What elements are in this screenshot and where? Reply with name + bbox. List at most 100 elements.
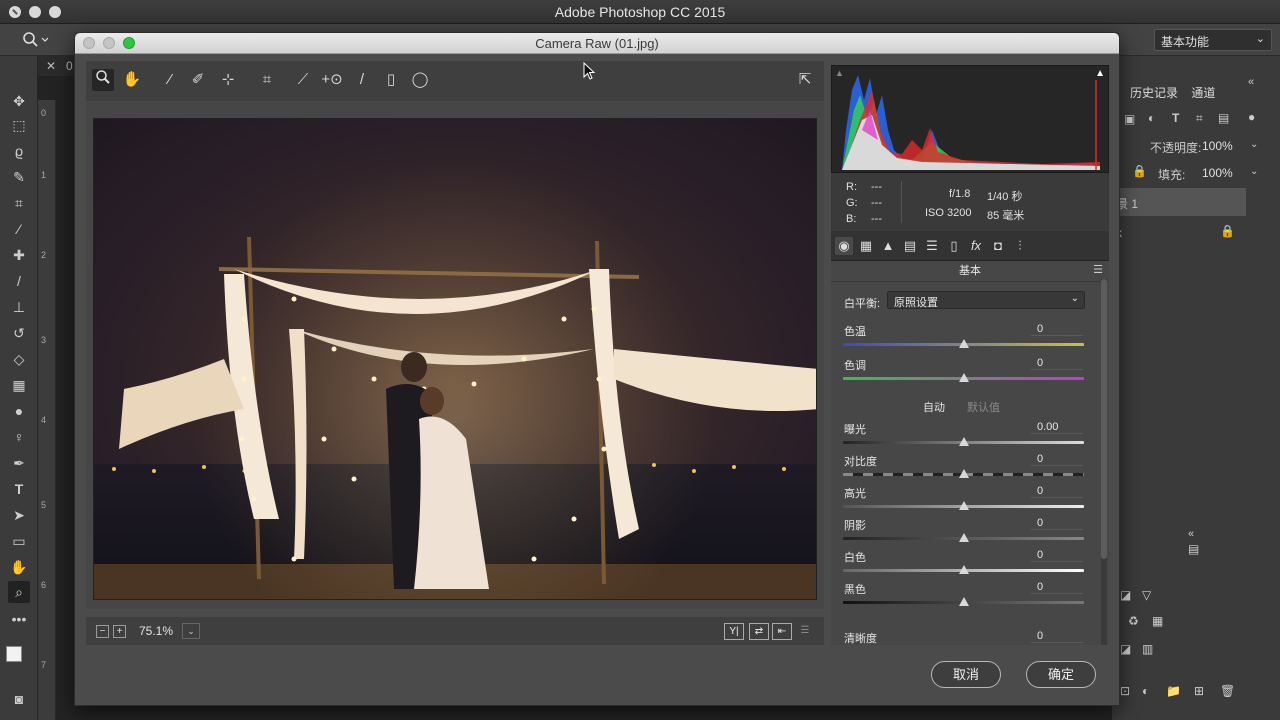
default-button[interactable]: 默认值: [967, 399, 1000, 415]
whites-value[interactable]: 0: [1031, 549, 1083, 562]
layer-filter-image-icon[interactable]: ▣: [1124, 112, 1135, 126]
crop-icon[interactable]: ⌗: [256, 69, 278, 91]
zoom-dropdown[interactable]: ⌄: [182, 623, 200, 639]
layer-filter-smart-icon[interactable]: ▤: [1218, 111, 1229, 125]
swap-before-after-button[interactable]: ⇄: [749, 623, 769, 640]
path-selection-tool-icon[interactable]: ➤: [8, 504, 30, 526]
auto-button[interactable]: 自动: [923, 399, 945, 415]
exposure-value[interactable]: 0.00: [1031, 421, 1083, 434]
tint-value[interactable]: 0: [1031, 357, 1083, 370]
blacks-slider-thumb[interactable]: [959, 597, 969, 606]
highlights-slider-thumb[interactable]: [959, 501, 969, 510]
temperature-slider-thumb[interactable]: [959, 339, 969, 348]
zoom-in-button[interactable]: +: [113, 625, 126, 638]
marquee-tool-icon[interactable]: ⬚: [8, 114, 30, 136]
targeted-adjustment-icon[interactable]: ⊹: [217, 69, 239, 91]
detail-tab-icon[interactable]: ▲: [879, 237, 897, 255]
type-tool-icon[interactable]: T: [8, 478, 30, 500]
lock-icon[interactable]: 🔒: [1132, 164, 1147, 178]
document-tab[interactable]: ✕ 0: [38, 56, 78, 76]
panel-menu-icon[interactable]: ▤: [1188, 542, 1199, 556]
color-swatches-icon[interactable]: [6, 646, 30, 670]
layer-filter-adjust-icon[interactable]: ◐: [1148, 111, 1155, 125]
panel-menu-icon[interactable]: ☰: [1093, 263, 1103, 276]
layer-filter-type-icon[interactable]: T: [1172, 111, 1179, 125]
quick-selection-tool-icon[interactable]: ✎: [8, 166, 30, 188]
zoom-out-button[interactable]: −: [96, 625, 109, 638]
spot-removal-icon[interactable]: +⊙: [321, 69, 343, 91]
delete-layer-icon[interactable]: 🗑: [1220, 684, 1235, 698]
zoom-tool-icon[interactable]: ⌕: [8, 581, 30, 603]
artboard-icon[interactable]: ◪: [1120, 642, 1131, 656]
brush-tool-icon[interactable]: /: [8, 270, 30, 292]
lens-corrections-tab-icon[interactable]: ▯: [945, 237, 963, 255]
crop-tool-icon[interactable]: ⌗: [8, 192, 30, 214]
layer-row-selected[interactable]: 景 1: [1112, 188, 1246, 216]
whites-slider-thumb[interactable]: [959, 565, 969, 574]
view-preferences-icon[interactable]: ☰: [795, 623, 815, 640]
clone-stamp-tool-icon[interactable]: ⊥: [8, 296, 30, 318]
clarity-value[interactable]: 0: [1031, 630, 1083, 643]
chevron-down-icon[interactable]: ⌄: [1250, 139, 1258, 150]
eyedropper-tool-icon[interactable]: ⁄: [8, 218, 30, 240]
radial-filter-icon[interactable]: ◯: [409, 69, 431, 91]
close-tab-icon[interactable]: ✕: [46, 59, 56, 73]
dodge-tool-icon[interactable]: ♀: [8, 426, 30, 448]
cancel-button[interactable]: 取消: [931, 661, 1001, 688]
graduated-filter-icon[interactable]: ▯: [380, 69, 402, 91]
exposure-slider-thumb[interactable]: [959, 437, 969, 446]
chevron-down-icon[interactable]: ⌄: [1250, 166, 1258, 177]
before-after-view-button[interactable]: Y|: [724, 623, 744, 640]
collapse-icon[interactable]: «: [1248, 76, 1254, 88]
collapse-icon[interactable]: «: [1188, 528, 1194, 540]
recycle-icon[interactable]: ♻: [1128, 614, 1139, 628]
tab-channels[interactable]: 通道: [1191, 86, 1215, 100]
gradient-tool-icon[interactable]: ▦: [8, 374, 30, 396]
split-toning-tab-icon[interactable]: ☰: [923, 237, 941, 255]
hand-icon[interactable]: ✋: [121, 69, 143, 91]
grid-icon[interactable]: ▦: [1152, 614, 1163, 628]
hand-tool-icon[interactable]: ✋: [8, 556, 30, 578]
layer-filter-shape-icon[interactable]: ⌗: [1196, 111, 1203, 126]
shadows-slider-thumb[interactable]: [959, 533, 969, 542]
lasso-tool-icon[interactable]: ϱ: [8, 140, 30, 162]
tab-history[interactable]: 历史记录: [1130, 86, 1178, 100]
preview-photo[interactable]: [93, 118, 817, 600]
copy-settings-button[interactable]: ⇤: [772, 623, 792, 640]
healing-brush-tool-icon[interactable]: ✚: [8, 244, 30, 266]
tone-curve-tab-icon[interactable]: ▦: [857, 237, 875, 255]
rectangle-tool-icon[interactable]: ▭: [8, 530, 30, 552]
white-balance-select[interactable]: 原照设置 ⌄: [887, 291, 1085, 309]
move-tool-icon[interactable]: ✥: [8, 90, 30, 112]
highlights-value[interactable]: 0: [1031, 485, 1083, 498]
camera-calibration-tab-icon[interactable]: ◘: [989, 237, 1007, 255]
link-layers-icon[interactable]: ⊡: [1120, 684, 1130, 698]
white-balance-icon[interactable]: ⁄: [159, 69, 181, 91]
contrast-value[interactable]: 0: [1031, 453, 1083, 466]
gradient-icon[interactable]: ▥: [1142, 642, 1153, 656]
quick-mask-icon[interactable]: ◙: [8, 688, 30, 710]
hsl-tab-icon[interactable]: ▤: [901, 237, 919, 255]
panel-scrollbar[interactable]: [1101, 279, 1107, 645]
triangle-icon[interactable]: ▽: [1142, 588, 1151, 602]
history-brush-tool-icon[interactable]: ↺: [8, 322, 30, 344]
fill-value[interactable]: 100%: [1202, 166, 1233, 180]
eraser-tool-icon[interactable]: ◇: [8, 348, 30, 370]
contrast-slider-thumb[interactable]: [959, 469, 969, 478]
new-group-icon[interactable]: 📁: [1166, 684, 1181, 698]
artboard-icon[interactable]: ◪: [1120, 588, 1131, 602]
pen-tool-icon[interactable]: ✒: [8, 452, 30, 474]
blacks-value[interactable]: 0: [1031, 581, 1083, 594]
straighten-icon[interactable]: ⟋: [292, 69, 314, 91]
more-tools-icon[interactable]: •••: [8, 608, 30, 630]
new-layer-icon[interactable]: ⊞: [1194, 684, 1204, 698]
zoom-tool-preset-icon[interactable]: [22, 31, 49, 54]
zoom-icon[interactable]: [92, 69, 114, 91]
adjustment-brush-icon[interactable]: /: [351, 69, 373, 91]
presets-tab-icon[interactable]: ⫶: [1011, 237, 1029, 255]
effects-tab-icon[interactable]: fx: [967, 237, 985, 255]
adjustment-layer-icon[interactable]: ◐: [1142, 684, 1149, 698]
opacity-value[interactable]: 100%: [1202, 139, 1233, 153]
workspace-select[interactable]: 基本功能 ⌄: [1154, 29, 1272, 51]
blur-tool-icon[interactable]: ●: [8, 400, 30, 422]
